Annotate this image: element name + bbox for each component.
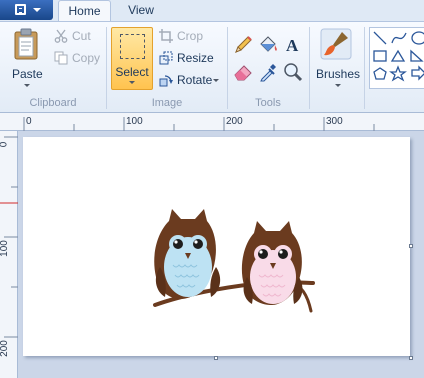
chevron-down-icon bbox=[33, 8, 41, 12]
select-marquee-icon bbox=[120, 34, 145, 59]
canvas-resize-handle-corner[interactable] bbox=[409, 356, 413, 360]
scissors-icon bbox=[54, 29, 68, 43]
color-picker-icon[interactable] bbox=[257, 61, 279, 83]
copy-icon bbox=[54, 51, 68, 65]
horizontal-ruler: 0 100 200 300 bbox=[0, 113, 424, 131]
ruler-label: 200 bbox=[0, 340, 10, 357]
resize-label: Resize bbox=[177, 51, 214, 65]
select-label: Select bbox=[115, 65, 149, 79]
canvas-resize-handle-bottom[interactable] bbox=[214, 356, 218, 360]
chevron-down-icon bbox=[335, 84, 341, 87]
group-divider bbox=[364, 27, 365, 109]
svg-text:A: A bbox=[286, 36, 299, 55]
text-icon[interactable]: A bbox=[282, 34, 304, 56]
tools-group-label: Tools bbox=[255, 97, 281, 109]
vertical-ruler: 0 100 200 bbox=[0, 131, 18, 378]
tab-home[interactable]: Home bbox=[58, 0, 111, 22]
resize-icon bbox=[159, 51, 173, 65]
drawing-canvas[interactable] bbox=[23, 137, 410, 356]
file-menu-button[interactable] bbox=[0, 0, 53, 20]
document-icon bbox=[15, 4, 26, 15]
ruler-label: 0 bbox=[26, 116, 32, 127]
chevron-down-icon bbox=[213, 79, 219, 82]
ribbon-tab-bar: Home View bbox=[0, 0, 424, 22]
group-divider bbox=[309, 27, 310, 109]
copy-label: Copy bbox=[72, 51, 101, 65]
crop-icon bbox=[159, 29, 173, 43]
shapes-gallery-icons bbox=[373, 31, 424, 82]
copy-button[interactable]: Copy bbox=[52, 49, 102, 67]
brush-icon bbox=[320, 28, 352, 60]
chevron-down-icon bbox=[129, 81, 135, 84]
fill-bucket-icon[interactable] bbox=[257, 34, 279, 56]
image-group-label: Image bbox=[151, 97, 183, 109]
ruler-label: 0 bbox=[0, 142, 9, 148]
magnifier-icon[interactable] bbox=[282, 61, 304, 83]
crop-label: Crop bbox=[177, 29, 204, 43]
ruler-label: 200 bbox=[226, 116, 243, 127]
rotate-button[interactable]: Rotate bbox=[157, 71, 223, 89]
ruler-label: 100 bbox=[126, 116, 143, 127]
chevron-down-icon bbox=[24, 84, 30, 87]
rotate-label: Rotate bbox=[177, 73, 213, 87]
crop-button[interactable]: Crop bbox=[157, 27, 217, 45]
clipboard-group-label: Clipboard bbox=[29, 97, 77, 109]
ruler-ticks bbox=[23, 117, 375, 131]
tab-view[interactable]: View bbox=[116, 0, 166, 22]
cut-button[interactable]: Cut bbox=[52, 27, 102, 45]
ruler-label: 300 bbox=[326, 116, 343, 127]
paste-button[interactable]: Paste bbox=[4, 25, 48, 89]
clipboard-paste-icon bbox=[14, 28, 38, 60]
eraser-icon[interactable] bbox=[232, 61, 254, 83]
ruler-label: 100 bbox=[0, 240, 10, 257]
shapes-gallery[interactable] bbox=[369, 27, 424, 89]
ribbon: Paste Cut Copy Clipboard Select Crop Res… bbox=[0, 21, 424, 113]
paste-label: Paste bbox=[12, 67, 43, 81]
cut-label: Cut bbox=[72, 29, 91, 43]
brushes-label: Brushes bbox=[316, 67, 361, 81]
brushes-button[interactable]: Brushes bbox=[313, 25, 361, 89]
resize-button[interactable]: Resize bbox=[157, 49, 217, 67]
canvas-resize-handle-right[interactable] bbox=[409, 244, 413, 248]
pencil-icon[interactable] bbox=[232, 34, 254, 56]
rotate-icon bbox=[159, 75, 173, 87]
select-button[interactable]: Select bbox=[111, 27, 153, 90]
owls-image bbox=[153, 209, 315, 313]
